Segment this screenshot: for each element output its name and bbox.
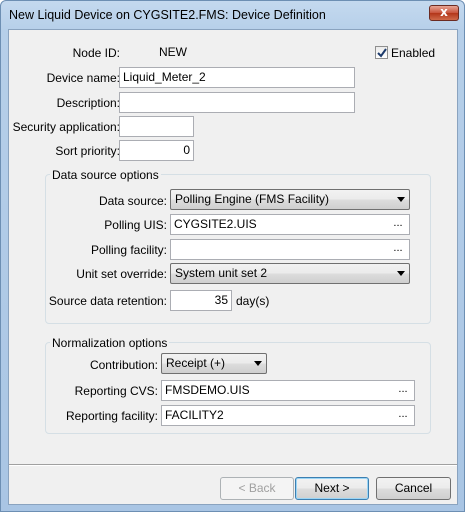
reporting-facility-value: FACILITY2 (165, 408, 224, 422)
enabled-label[interactable]: Enabled (391, 46, 435, 60)
contribution-label: Contribution: (89, 358, 158, 372)
window-title: New Liquid Device on CYGSITE2.FMS: Devic… (9, 8, 326, 22)
checkmark-icon (377, 48, 387, 58)
polling-facility-label: Polling facility: (90, 243, 167, 257)
normalization-legend: Normalization options (50, 336, 170, 350)
source-data-retention-label: Source data retention: (48, 294, 167, 308)
enabled-checkbox[interactable] (375, 46, 388, 59)
security-application-input[interactable] (119, 116, 194, 137)
dialog-body: Node ID: NEW Enabled Device name: Liquid… (8, 29, 458, 505)
chevron-down-icon (397, 271, 405, 276)
reporting-facility-browse-button[interactable]: ... (394, 408, 412, 423)
sort-priority-input[interactable]: 0 (119, 140, 194, 161)
data-source-select[interactable]: Polling Engine (FMS Facility) (170, 189, 410, 210)
polling-uis-input[interactable]: CYGSITE2.UIS ... (170, 214, 410, 235)
data-source-label: Data source: (98, 194, 167, 208)
data-source-legend: Data source options (50, 168, 161, 182)
description-input[interactable] (119, 92, 355, 113)
sort-priority-label: Sort priority: (55, 144, 120, 158)
unit-set-override-select[interactable]: System unit set 2 (170, 263, 410, 284)
polling-uis-browse-button[interactable]: ... (389, 217, 407, 232)
node-id-field: NEW (119, 42, 191, 63)
reporting-cvs-value: FMSDEMO.UIS (165, 383, 250, 397)
source-data-retention-input[interactable]: 35 (170, 290, 232, 311)
back-button[interactable]: < Back (220, 477, 294, 500)
node-id-label: Node ID: (72, 46, 120, 60)
device-name-label: Device name: (46, 71, 120, 85)
polling-facility-browse-button[interactable]: ... (389, 242, 407, 257)
title-bar[interactable]: New Liquid Device on CYGSITE2.FMS: Devic… (1, 1, 464, 29)
unit-set-override-label: Unit set override: (76, 267, 167, 281)
cancel-button[interactable]: Cancel (376, 477, 451, 500)
retention-unit-label: day(s) (236, 294, 270, 308)
chevron-down-icon (397, 197, 405, 202)
next-button[interactable]: Next > (295, 477, 369, 500)
description-label: Description: (56, 96, 120, 110)
reporting-cvs-label: Reporting CVS: (74, 384, 158, 398)
close-button[interactable]: x (429, 5, 459, 21)
contribution-value: Receipt (+) (166, 356, 226, 370)
polling-uis-label: Polling UIS: (104, 218, 167, 232)
close-icon: x (440, 5, 448, 19)
device-name-input[interactable]: Liquid_Meter_2 (119, 67, 355, 88)
data-source-value: Polling Engine (FMS Facility) (175, 192, 330, 206)
security-application-label: Security application: (12, 120, 120, 134)
reporting-cvs-input[interactable]: FMSDEMO.UIS ... (161, 380, 415, 401)
dialog-window: New Liquid Device on CYGSITE2.FMS: Devic… (0, 0, 465, 512)
chevron-down-icon (254, 361, 262, 366)
button-separator (9, 464, 457, 466)
reporting-facility-label: Reporting facility: (65, 409, 158, 423)
polling-facility-input[interactable]: ... (170, 239, 410, 260)
unit-set-override-value: System unit set 2 (175, 266, 268, 280)
reporting-cvs-browse-button[interactable]: ... (394, 383, 412, 398)
polling-uis-value: CYGSITE2.UIS (174, 217, 257, 231)
reporting-facility-input[interactable]: FACILITY2 ... (161, 405, 415, 426)
contribution-select[interactable]: Receipt (+) (161, 353, 267, 374)
